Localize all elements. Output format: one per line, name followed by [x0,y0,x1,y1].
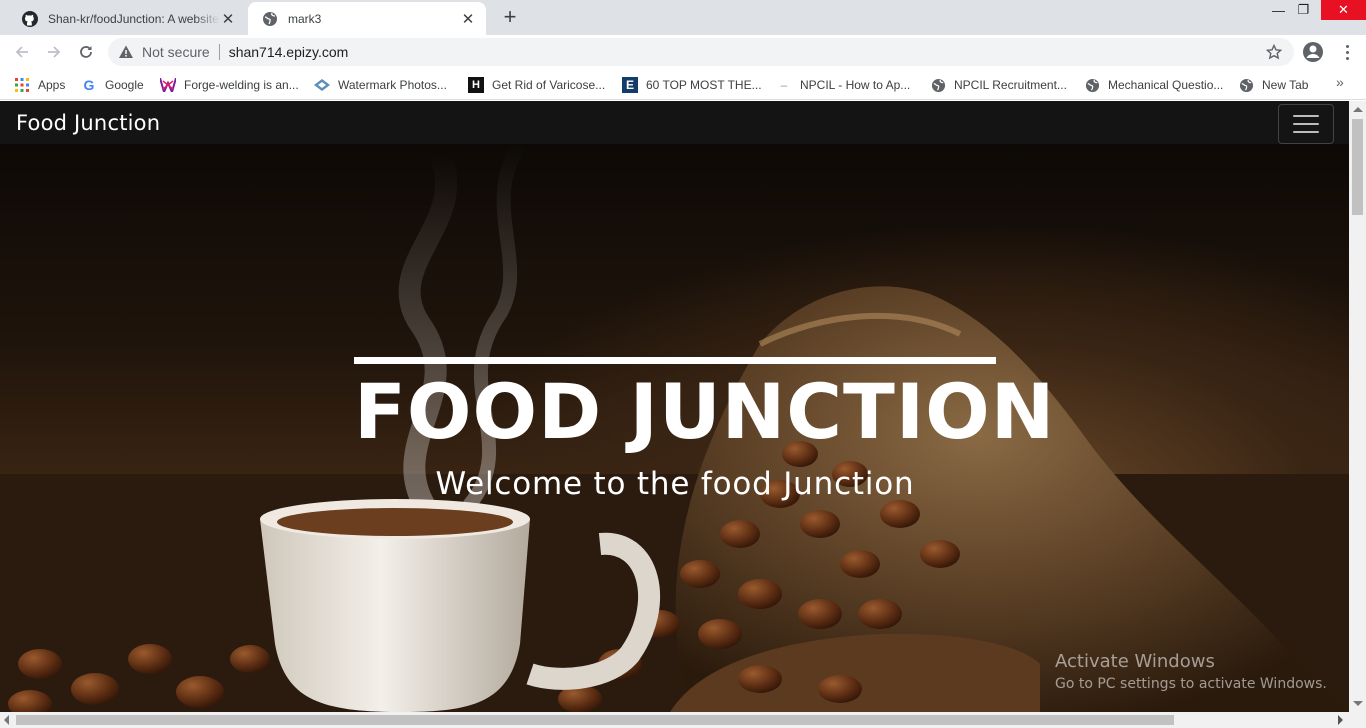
dash-site-icon: – [780,78,788,92]
warning-icon[interactable] [118,44,134,60]
url-text[interactable]: shan714.epizy.com [229,44,349,60]
bookmark-npcil-how[interactable]: – NPCIL - How to Ap... [776,75,911,95]
bookmark-mechanical[interactable]: Mechanical Questio... [1084,75,1223,95]
bookmark-label: Mechanical Questio... [1108,78,1224,92]
address-bar[interactable]: Not secure shan714.epizy.com [108,38,1294,66]
forward-button[interactable] [42,40,66,64]
tab-strip: Shan-kr/foodJunction: A website ✕ mark3 … [0,0,1366,35]
hero-section: FOOD JUNCTION Welcome to the food Juncti… [0,144,1349,712]
tab-title: Shan-kr/foodJunction: A website [48,11,219,26]
bookmark-label: 60 TOP MOST THE... [646,78,762,92]
bookmark-forge[interactable]: Forge-welding is an... [160,75,299,95]
site-brand[interactable]: Food Junction [16,111,160,135]
browser-toolbar: Not secure shan714.epizy.com [0,35,1366,69]
arrow-left-icon [15,46,28,58]
close-tab-icon[interactable]: ✕ [220,11,236,28]
bookmark-star-icon[interactable] [1265,43,1283,60]
hashtag-site-icon: H [468,77,484,93]
watermark-site-icon [314,77,330,93]
navbar-toggler-button[interactable] [1278,104,1334,144]
back-button[interactable] [10,40,34,64]
globe-icon [930,77,946,93]
forge-site-icon [160,77,176,93]
site-navbar: Food Junction [0,101,1349,144]
profile-avatar-icon[interactable] [1302,41,1324,63]
bookmark-google[interactable]: G Google [81,75,144,95]
bookmark-label: Google [105,78,144,92]
hero-divider [354,357,996,364]
activate-windows-watermark: Activate Windows Go to PC settings to ac… [1055,651,1327,692]
reload-icon [80,46,92,58]
bookmark-varicose[interactable]: H Get Rid of Varicose... [468,75,605,95]
new-tab-button[interactable]: + [498,6,522,30]
e-site-icon: E [622,77,638,93]
hero-subtitle: Welcome to the food Junction [435,466,915,502]
bookmark-label: Get Rid of Varicose... [492,78,606,92]
watermark-line-1: Activate Windows [1055,651,1215,672]
hamburger-icon [1293,115,1319,117]
close-window-button[interactable]: ✕ [1321,0,1366,20]
bookmark-60-top[interactable]: E 60 TOP MOST THE... [622,75,762,95]
bookmark-npcil-recruitment[interactable]: NPCIL Recruitment... [930,75,1067,95]
reload-button[interactable] [74,40,98,64]
bookmarks-overflow-button[interactable]: » [1336,74,1344,90]
scroll-thumb[interactable] [1352,119,1363,215]
horizontal-scrollbar[interactable] [0,712,1366,728]
vertical-scrollbar[interactable] [1349,101,1366,712]
scroll-up-arrow-icon[interactable] [1353,107,1363,112]
page-viewport: Food Junction FOOD JUNCTION Welcome to t… [0,101,1349,712]
scroll-thumb[interactable] [16,715,1174,725]
tab-title: mark3 [288,11,322,26]
browser-tab-mark3[interactable]: mark3 ✕ [248,2,486,35]
menu-kebab-icon[interactable] [1337,42,1357,62]
scroll-left-arrow-icon[interactable] [4,715,9,725]
scroll-down-arrow-icon[interactable] [1353,701,1363,706]
close-tab-icon[interactable]: ✕ [460,11,476,28]
bookmark-apps[interactable]: Apps [14,75,65,95]
bookmark-watermark[interactable]: Watermark Photos... [314,75,447,95]
address-separator [218,44,220,60]
bookmark-label: Watermark Photos... [338,78,447,92]
google-icon: G [83,77,95,93]
arrow-right-icon [48,46,61,58]
globe-icon [1084,77,1100,93]
github-icon [22,10,38,27]
watermark-line-2: Go to PC settings to activate Windows. [1055,676,1327,692]
security-status[interactable]: Not secure [142,44,210,60]
apps-grid-icon [14,77,30,93]
globe-icon [262,11,278,27]
bookmark-label: New Tab [1262,78,1309,92]
bookmark-label: Apps [38,78,66,92]
bookmark-label: Forge-welding is an... [184,78,299,92]
restore-button[interactable]: ❐ [1281,0,1326,20]
bookmark-new-tab[interactable]: New Tab [1238,75,1308,95]
globe-icon [1238,77,1254,93]
bookmark-label: NPCIL - How to Ap... [800,78,911,92]
hero-title: FOOD JUNCTION [354,367,1056,456]
bookmark-label: NPCIL Recruitment... [954,78,1067,92]
browser-tab-github[interactable]: Shan-kr/foodJunction: A website ✕ [8,2,246,35]
scroll-right-arrow-icon[interactable] [1338,715,1343,725]
bookmarks-bar: Apps G Google Forge-welding is an... Wat… [0,69,1366,100]
